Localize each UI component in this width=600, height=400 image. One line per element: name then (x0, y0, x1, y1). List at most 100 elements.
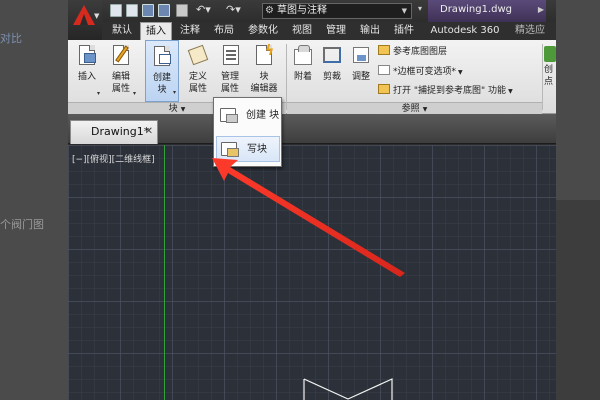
adjust-image-icon (348, 43, 374, 69)
gear-icon: ⚙ (265, 5, 274, 16)
right-tool-label-2: 点 (544, 77, 554, 87)
manage-attribute-button[interactable]: 管理 属性 (214, 40, 246, 102)
attach-button[interactable]: 附着 (288, 40, 318, 102)
frame-variable-label: *边框可变选项* (393, 67, 457, 77)
tab-annotate[interactable]: 注释 (174, 22, 206, 40)
block-editor-icon: ϟ (251, 43, 277, 69)
manage-attribute-label-2: 属性 (220, 84, 239, 94)
menu-item-label: 创建 块 (246, 110, 280, 121)
document-title-text: Drawing1.dwg (440, 4, 512, 15)
workspace-label: 草图与注释 (277, 5, 327, 16)
tab-parametric[interactable]: 参数化 (242, 22, 284, 40)
menu-item-write-block[interactable]: 写块 (216, 136, 280, 162)
application-menu-button[interactable]: ▼ (68, 0, 102, 40)
reference-panel-title: 参照 (401, 104, 420, 114)
underlay-layers-label: 参考底图图层 (393, 47, 448, 57)
undo-icon[interactable]: ↶▾ (196, 3, 211, 16)
open-file-icon[interactable] (126, 4, 138, 17)
define-attribute-label-2: 属性 (188, 84, 207, 94)
snap-underlay-button[interactable]: 打开 "捕捉到参考底图" 功能 ▼ (378, 84, 513, 98)
point-cloud-icon (544, 46, 556, 62)
print-icon[interactable] (176, 4, 188, 17)
tab-layout[interactable]: 布局 (208, 22, 240, 40)
tab-default[interactable]: 默认 (106, 22, 138, 40)
menu-item-label: 写块 (247, 144, 267, 155)
insert-block-button[interactable]: 插入 ▾ (72, 40, 102, 102)
chevron-down-icon: ▾ (172, 89, 176, 96)
tab-output[interactable]: 输出 (354, 22, 386, 40)
search-arrow-icon[interactable]: ▶ (538, 0, 544, 20)
underlay-layers-button[interactable]: 参考底图图层 (378, 45, 447, 58)
define-attribute-label-1: 定义 (188, 72, 207, 82)
edit-attribute-button[interactable]: 编辑 属性 ▾ (104, 40, 138, 102)
background-text-top: 对比 (0, 32, 22, 45)
chevron-down-icon: ▼ (180, 106, 186, 113)
menu-item-create-block[interactable]: 创建 块 (216, 103, 280, 129)
tab-plugins[interactable]: 插件 (388, 22, 420, 40)
close-icon[interactable]: ✕ (145, 121, 153, 143)
save-as-icon[interactable] (158, 4, 170, 17)
block-editor-button[interactable]: ϟ 块 编辑器 (246, 40, 282, 102)
manage-attribute-icon (217, 43, 243, 69)
create-point-cloud-button[interactable]: 创 点 (544, 40, 556, 102)
chevron-down-icon: ▾ (132, 90, 136, 97)
right-tool-label-1: 创 (544, 65, 554, 75)
tab-view[interactable]: 视图 (286, 22, 318, 40)
block-panel-title: 块 (168, 104, 178, 114)
create-block-dropdown: 创建 块 写块 (213, 97, 282, 167)
insert-block-label: 插入 (77, 72, 96, 82)
autocad-window: ↶▾ ↷▾ ⚙ 草图与注释 ▼ ▾ Drawing1.dwg ▶ ▼ 默认 插入… (68, 0, 556, 400)
tab-manage[interactable]: 管理 (320, 22, 352, 40)
create-block-label-1: 创建 (152, 73, 171, 83)
define-attribute-button[interactable]: 定义 属性 (182, 40, 214, 102)
background-page-right (556, 0, 600, 400)
snap-underlay-label: "捕捉到参考底图" (413, 86, 486, 96)
chevron-down-icon: ▼ (94, 12, 100, 20)
chevron-down-icon: ▼ (401, 7, 407, 15)
reference-panel-label[interactable]: 参照 ▼ (287, 102, 542, 114)
ucs-y-axis (164, 145, 165, 400)
tab-autodesk-360[interactable]: Autodesk 360 (422, 22, 508, 40)
function-label: 功能 (488, 86, 507, 96)
clip-button[interactable]: 剪裁 (318, 40, 346, 102)
chevron-down-icon: ▾ (96, 90, 100, 97)
tab-featured-apps[interactable]: 精选应 (510, 22, 550, 40)
viewport-controls[interactable]: [−][俯视][二维线框] (72, 152, 155, 165)
edit-attribute-icon (108, 43, 134, 69)
create-block-icon (220, 108, 242, 124)
create-block-button[interactable]: 创建 块 ▾ (145, 40, 179, 102)
attach-clip-icon (290, 43, 316, 69)
block-editor-label-1: 块 (259, 72, 269, 82)
snap-icon (378, 84, 390, 94)
block-editor-label-2: 编辑器 (250, 84, 278, 94)
background-band (556, 200, 600, 400)
insert-block-icon (74, 43, 100, 69)
document-tab-drawing1[interactable]: Drawing1* ✕ (70, 120, 158, 144)
new-file-icon[interactable] (110, 4, 122, 17)
frame-variable-dropdown[interactable]: *边框可变选项* ▼ (378, 65, 463, 79)
chevron-down-icon: ▼ (508, 88, 513, 95)
document-tab-bar: Drawing1* ✕ (68, 114, 556, 144)
ribbon-panel: 插入 ▾ 编辑 属性 ▾ 创建 块 ▾ 定义 属性 管理 属性 ϟ 块 编辑器 … (68, 40, 556, 114)
panel-divider (542, 44, 543, 110)
valve-drawing-shape[interactable] (300, 377, 400, 400)
adjust-button[interactable]: 调整 (346, 40, 376, 102)
title-bar: ↶▾ ↷▾ ⚙ 草图与注释 ▼ ▾ Drawing1.dwg ▶ (68, 0, 556, 22)
document-tab-label: Drawing1* (91, 125, 150, 138)
ribbon-tab-row: 默认 插入 注释 布局 参数化 视图 管理 输出 插件 Autodesk 360… (102, 22, 556, 40)
write-block-icon (221, 142, 243, 158)
crop-icon (319, 43, 345, 69)
chevron-down-icon: ▼ (458, 69, 463, 76)
drawing-canvas[interactable]: [−][俯视][二维线框] (68, 145, 556, 400)
chevron-down-icon: ▼ (422, 106, 428, 113)
document-title: Drawing1.dwg ▶ (428, 0, 546, 22)
attach-label: 附着 (293, 72, 312, 82)
workspace-select[interactable]: ⚙ 草图与注释 ▼ (262, 3, 412, 19)
redo-icon[interactable]: ↷▾ (226, 3, 241, 16)
quick-access-more-icon[interactable]: ▾ (418, 4, 422, 13)
save-icon[interactable] (142, 4, 154, 17)
edit-attribute-label-1: 编辑 (111, 72, 130, 82)
adjust-label: 调整 (351, 72, 370, 82)
tab-insert[interactable]: 插入 (140, 22, 172, 40)
layers-icon (378, 45, 390, 55)
